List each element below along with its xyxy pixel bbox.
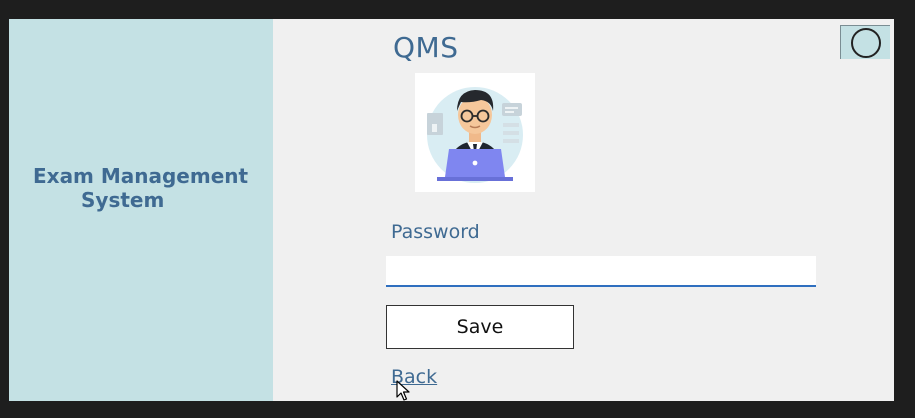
password-input[interactable]: [386, 256, 816, 287]
password-label: Password: [391, 221, 480, 243]
sidebar-title-line1: Exam Management: [33, 164, 249, 188]
sidebar: Exam Management System: [9, 19, 273, 401]
sidebar-title: Exam Management System: [33, 164, 259, 212]
save-button[interactable]: Save: [386, 305, 574, 349]
avatar: [415, 73, 535, 192]
circle-icon: [851, 28, 881, 58]
app-title: QMS: [393, 31, 459, 64]
sidebar-title-line2: System: [81, 188, 165, 212]
mouse-pointer-icon: [396, 380, 410, 401]
corner-button[interactable]: [840, 25, 890, 59]
app-window: Exam Management System QMS Password Save…: [9, 19, 894, 401]
developer-avatar-icon: [427, 87, 523, 183]
